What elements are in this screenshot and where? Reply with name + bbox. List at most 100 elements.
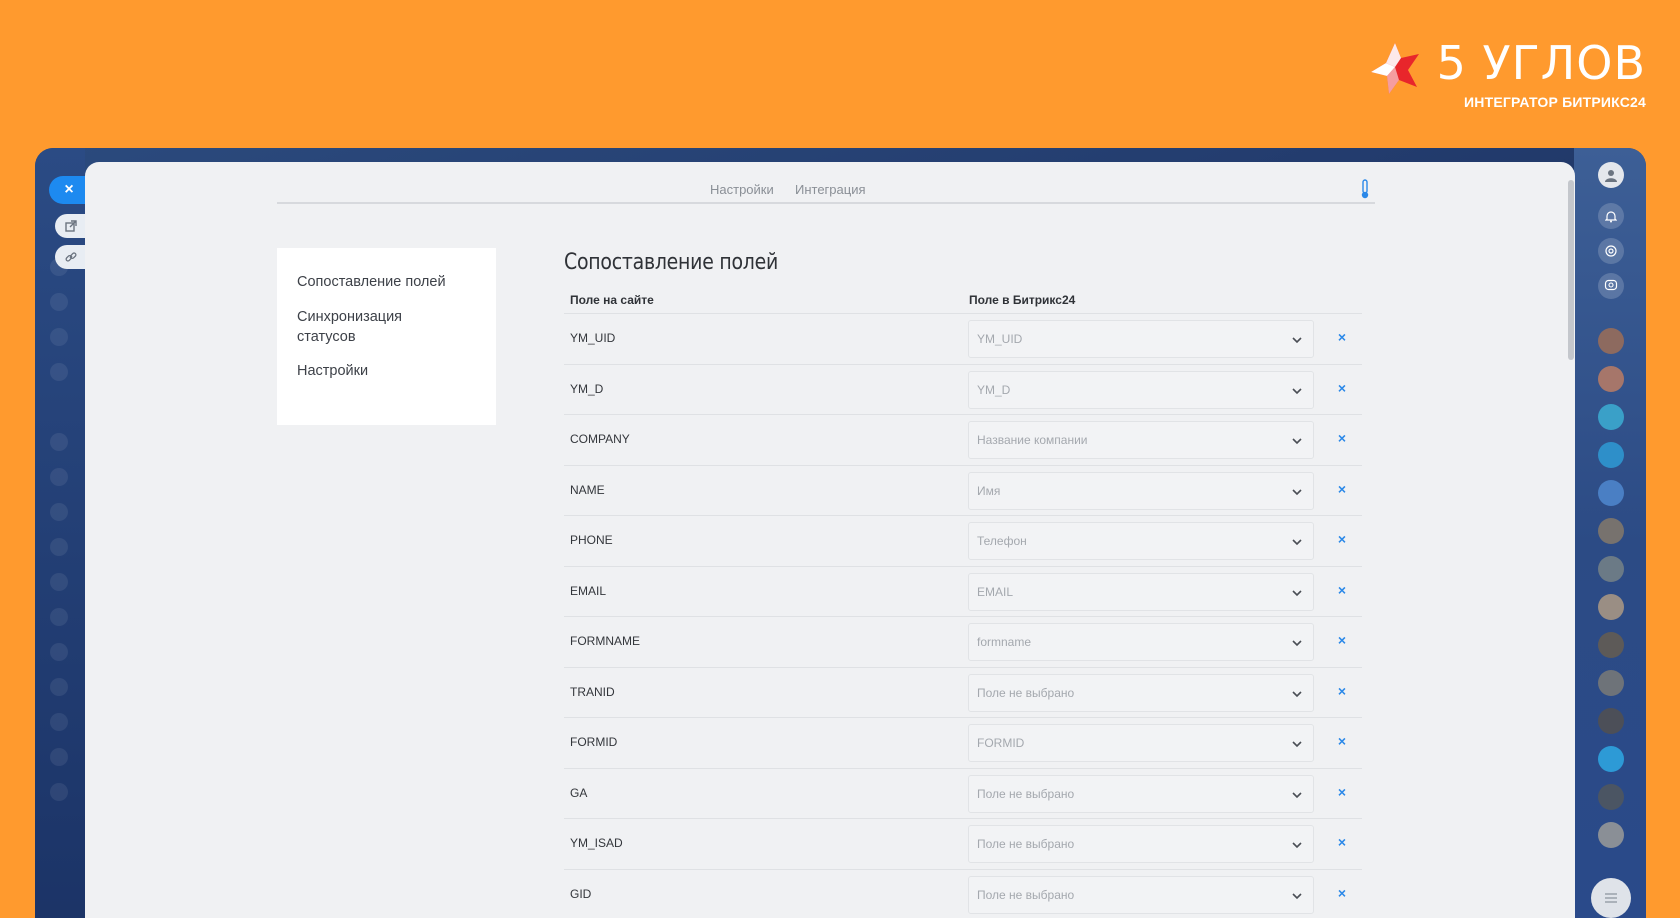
b24-field-select[interactable]: Поле не выбрано <box>968 774 1314 813</box>
select-value: Поле не выбрано <box>977 786 1075 801</box>
site-field-label: GID <box>570 886 592 901</box>
b24-field-select[interactable]: YM_UID <box>968 320 1314 358</box>
thermometer-icon[interactable] <box>1358 178 1372 200</box>
column-header-site-field: Поле на сайте <box>570 293 654 307</box>
chevron-down-icon <box>1292 791 1302 798</box>
select-value: Поле не выбрано <box>977 837 1075 851</box>
b24-field-select[interactable]: EMAIL <box>968 572 1314 611</box>
menu-item-field-mapping[interactable]: Сопоставление полей <box>297 272 446 292</box>
contact-avatar[interactable] <box>1598 822 1624 848</box>
contact-avatar[interactable] <box>1598 746 1624 772</box>
contact-avatar[interactable] <box>1598 480 1624 506</box>
brand-title: 5 УГЛОВ <box>1436 36 1646 90</box>
remove-row-icon[interactable]: × <box>1334 531 1350 547</box>
menu-item-settings[interactable]: Настройки <box>297 361 368 381</box>
site-field-label: FORMNAME <box>570 634 640 648</box>
select-value: EMAIL <box>977 584 1014 599</box>
remove-row-icon[interactable]: × <box>1334 834 1350 850</box>
site-field-label: EMAIL <box>570 583 607 598</box>
contact-avatar[interactable] <box>1598 518 1624 544</box>
chevron-down-icon <box>1292 488 1302 495</box>
link-icon <box>65 252 77 262</box>
remove-row-icon[interactable]: × <box>1334 329 1350 345</box>
b24-field-select[interactable]: FORMID <box>968 724 1314 762</box>
b24-field-select[interactable]: Поле не выбрано <box>968 875 1314 914</box>
b24-field-select[interactable]: Имя <box>968 471 1314 510</box>
menu-button[interactable] <box>1591 878 1631 918</box>
scrollbar-thumb[interactable] <box>1568 180 1574 360</box>
remove-row-icon[interactable]: × <box>1334 632 1350 648</box>
contact-avatar[interactable] <box>1598 632 1624 658</box>
remove-row-icon[interactable]: × <box>1334 481 1350 497</box>
remove-row-icon[interactable]: × <box>1334 784 1350 800</box>
copilot-icon[interactable] <box>1598 238 1624 264</box>
site-field-label: PHONE <box>570 533 613 547</box>
table-row: NAME Имя × <box>564 464 1362 516</box>
site-field-label: YM_ISAD <box>570 836 623 850</box>
select-value: Телефон <box>977 534 1027 548</box>
bell-icon[interactable] <box>1598 203 1624 229</box>
chevron-down-icon <box>1292 741 1302 748</box>
remove-row-icon[interactable]: × <box>1334 733 1350 749</box>
select-value: FORMID <box>977 736 1025 750</box>
select-value: Название компании <box>977 433 1088 447</box>
chevron-down-icon <box>1292 589 1302 596</box>
site-field-label: YM_UID <box>570 331 616 345</box>
table-row: GID Поле не выбрано × <box>564 868 1362 918</box>
chevron-down-icon <box>1292 337 1302 344</box>
b24-field-select[interactable]: Поле не выбрано <box>968 673 1314 712</box>
close-slider-button[interactable]: × <box>49 176 89 204</box>
menu-item-status-sync[interactable]: Синхронизация статусов <box>297 307 447 347</box>
brand-subtitle: ИНТЕГРАТОР БИТРИКС24 <box>1464 94 1646 110</box>
section-title: Сопоставление полей <box>564 250 779 275</box>
table-row: FORMNAME formname × <box>564 616 1362 667</box>
b24-field-select[interactable]: Название компании <box>968 421 1314 459</box>
contact-avatar[interactable] <box>1598 708 1624 734</box>
tab-integration[interactable]: Интеграция <box>795 182 866 197</box>
open-new-window-button[interactable] <box>55 214 87 238</box>
select-value: YM_D <box>977 382 1011 397</box>
remove-row-icon[interactable]: × <box>1334 582 1350 598</box>
contact-avatar[interactable] <box>1598 784 1624 810</box>
contact-avatar[interactable] <box>1598 442 1624 468</box>
contact-avatar[interactable] <box>1598 670 1624 696</box>
site-field-label: YM_D <box>570 381 604 396</box>
table-row: TRANID Поле не выбрано × <box>564 666 1362 718</box>
table-row: EMAIL EMAIL × <box>564 565 1362 617</box>
site-field-label: COMPANY <box>570 432 630 446</box>
contact-avatar[interactable] <box>1598 366 1624 392</box>
scrollbar[interactable] <box>1567 174 1575 918</box>
b24-field-select[interactable]: Телефон <box>968 522 1314 560</box>
chevron-down-icon <box>1292 690 1302 697</box>
contact-avatar[interactable] <box>1598 328 1624 354</box>
b24-field-select[interactable]: YM_D <box>968 370 1314 409</box>
contact-avatar[interactable] <box>1598 404 1624 430</box>
tab-settings[interactable]: Настройки <box>710 182 774 197</box>
chat-search-icon[interactable] <box>1598 273 1624 299</box>
site-field-label: FORMID <box>570 735 618 749</box>
remove-row-icon[interactable]: × <box>1334 683 1350 699</box>
select-value: formname <box>977 635 1032 649</box>
remove-row-icon[interactable]: × <box>1334 430 1350 446</box>
remove-row-icon[interactable]: × <box>1334 885 1350 901</box>
remove-row-icon[interactable]: × <box>1334 380 1350 396</box>
table-row: GA Поле не выбрано × <box>564 767 1362 819</box>
top-tabs: Настройки Интеграция <box>277 174 1375 204</box>
user-avatar-icon[interactable] <box>1598 162 1624 188</box>
site-field-label: GA <box>570 785 588 800</box>
table-row: YM_ISAD Поле не выбрано × <box>564 818 1362 869</box>
select-value: Имя <box>977 483 1001 498</box>
b24-field-select[interactable]: formname <box>968 623 1314 661</box>
settings-menu: Сопоставление полей Синхронизация статус… <box>277 248 496 425</box>
chevron-down-icon <box>1292 842 1302 849</box>
site-field-label: NAME <box>570 482 605 497</box>
external-link-icon <box>65 220 77 232</box>
copy-link-button[interactable] <box>55 245 87 269</box>
select-value: YM_UID <box>977 332 1023 346</box>
contact-avatar[interactable] <box>1598 556 1624 582</box>
contact-avatar[interactable] <box>1598 594 1624 620</box>
b24-field-select[interactable]: Поле не выбрано <box>968 825 1314 863</box>
table-row: YM_UID YM_UID × <box>564 313 1362 364</box>
table-row: COMPANY Название компании × <box>564 414 1362 465</box>
chevron-down-icon <box>1292 438 1302 445</box>
